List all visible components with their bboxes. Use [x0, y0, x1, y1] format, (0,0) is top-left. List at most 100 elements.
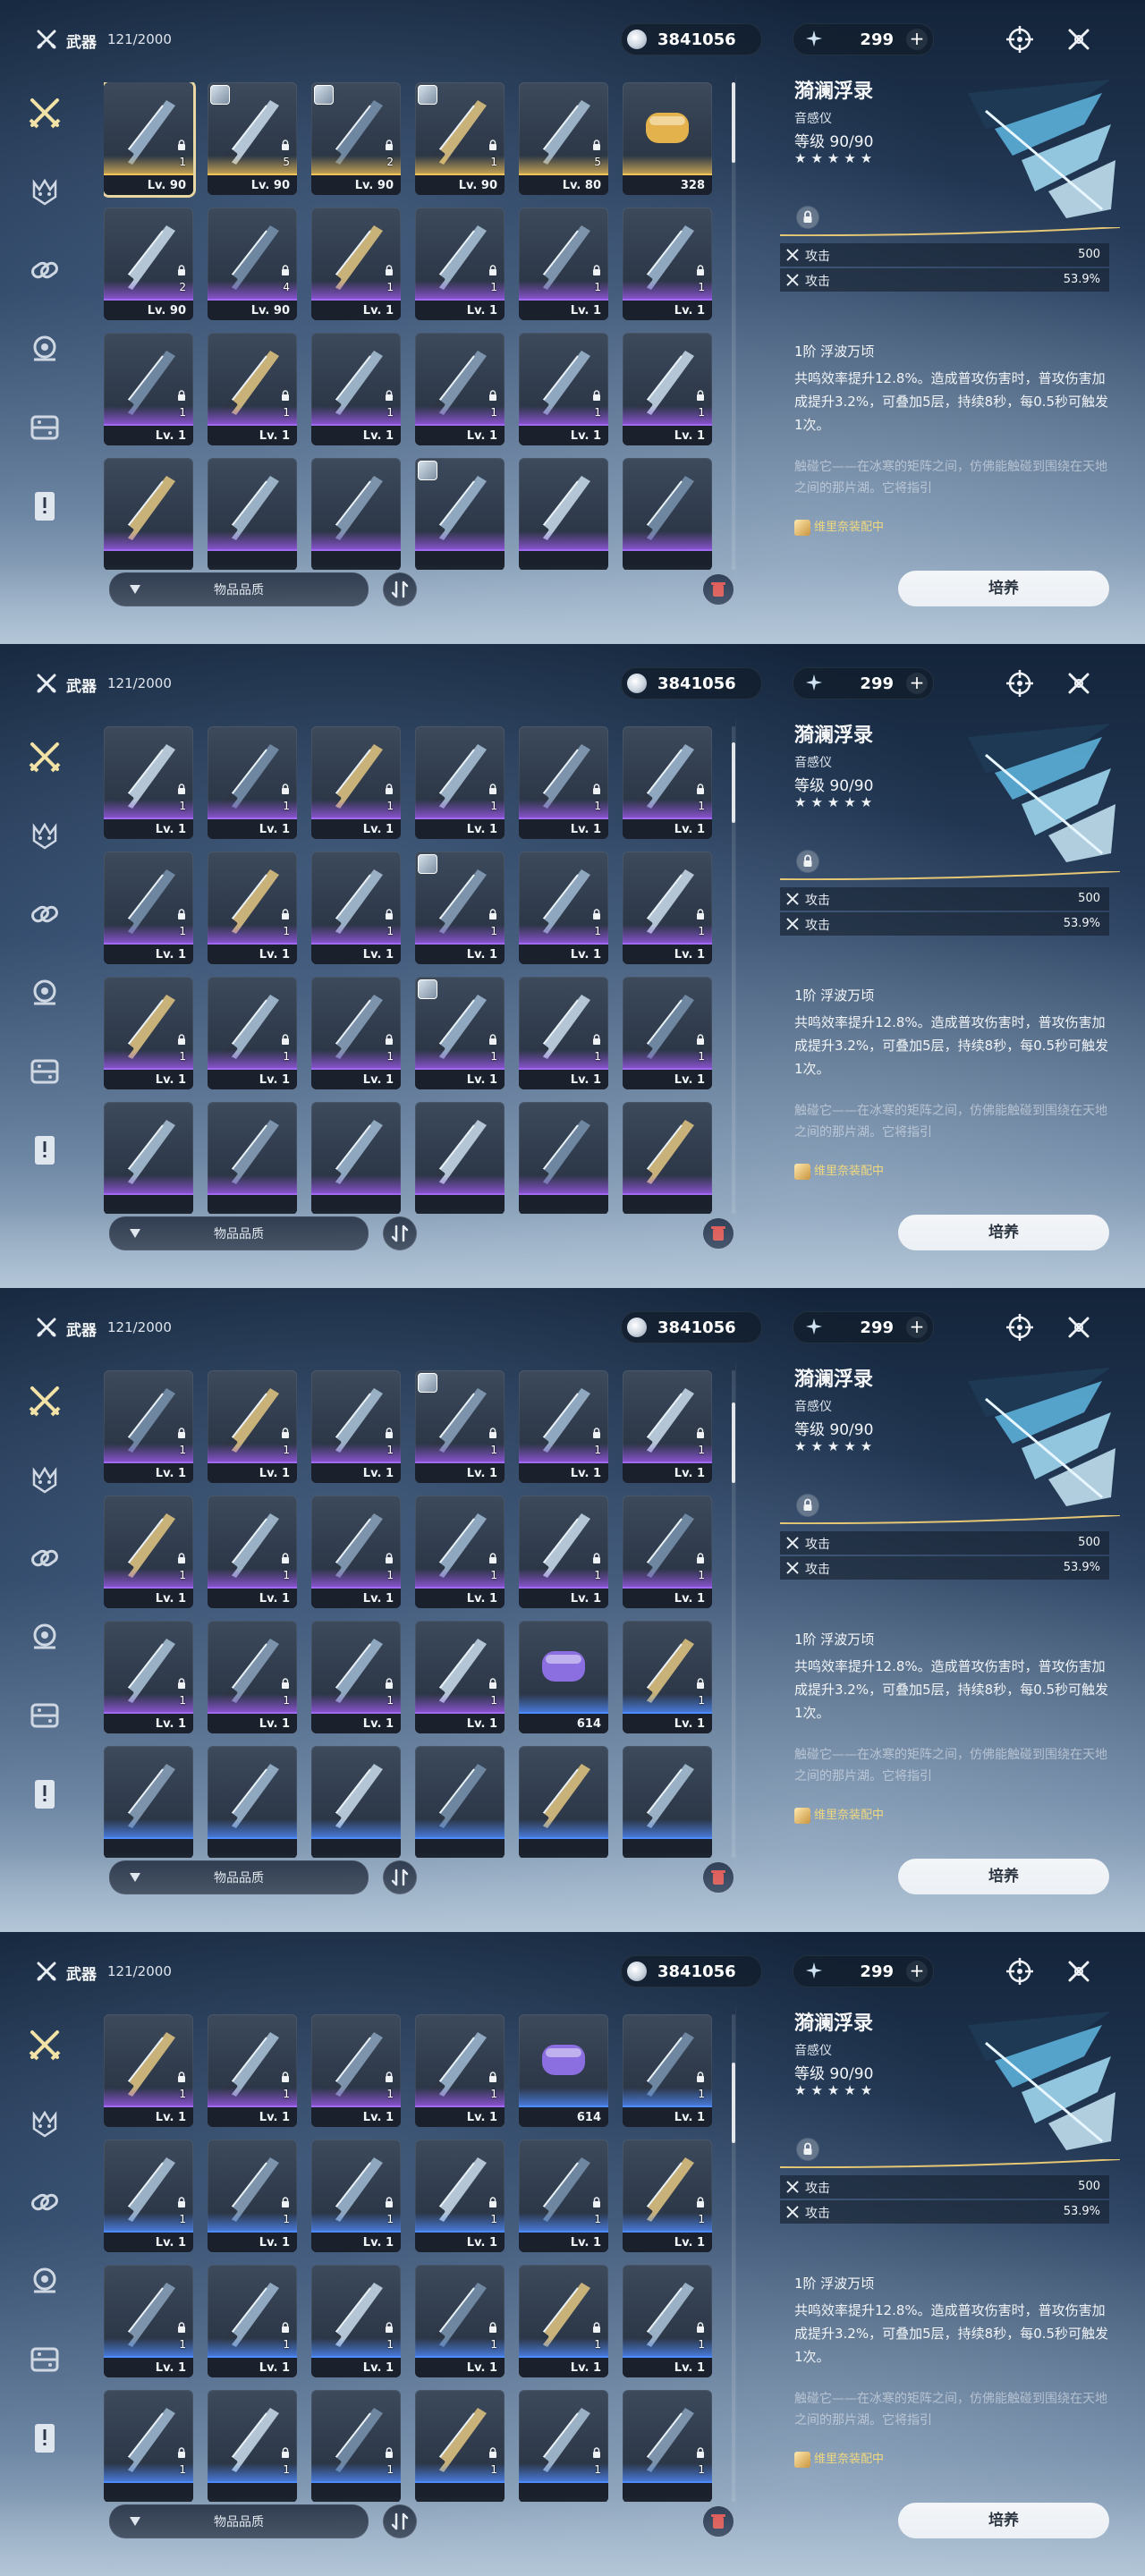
weapon-card[interactable]: 1 Lv. 1: [311, 852, 401, 964]
lock-toggle-icon[interactable]: [796, 2138, 819, 2161]
weapon-card[interactable]: 1 Lv. 1: [415, 852, 505, 964]
develop-button[interactable]: 培养: [898, 571, 1109, 606]
weapon-card[interactable]: 1: [415, 2390, 505, 2502]
sidebar-item-materials[interactable]: [25, 1538, 64, 1578]
sidebar-item-special[interactable]: [25, 1131, 64, 1170]
sidebar-item-weapons[interactable]: [25, 1381, 64, 1420]
astrite-display[interactable]: 299 +: [793, 667, 934, 699]
weapon-card[interactable]: 1 Lv. 1: [208, 852, 297, 964]
weapon-card[interactable]: [623, 458, 712, 570]
shell-credit-display[interactable]: 3841056: [621, 1311, 762, 1343]
weapon-card[interactable]: 1 Lv. 1: [311, 977, 401, 1089]
weapon-card[interactable]: 1 Lv. 1: [623, 977, 712, 1089]
weapon-card[interactable]: 1 Lv. 1: [104, 852, 193, 964]
sidebar-item-resources[interactable]: [25, 1696, 64, 1735]
sidebar-item-development[interactable]: [25, 329, 64, 369]
trash-icon[interactable]: [703, 574, 734, 605]
quality-filter-button[interactable]: 物品品质: [109, 2504, 369, 2538]
weapon-card[interactable]: 1 Lv. 1: [208, 333, 297, 445]
shell-credit-display[interactable]: 3841056: [621, 23, 762, 55]
develop-button[interactable]: 培养: [898, 1859, 1109, 1894]
weapon-card[interactable]: 1 Lv. 1: [104, 333, 193, 445]
weapon-card[interactable]: 1 Lv. 1: [104, 1370, 193, 1483]
weapon-card[interactable]: 2 Lv. 90: [104, 208, 193, 320]
sort-order-icon[interactable]: [383, 572, 417, 606]
sidebar-item-special[interactable]: [25, 487, 64, 526]
weapon-card[interactable]: [104, 1102, 193, 1214]
weapon-card[interactable]: [311, 1746, 401, 1858]
develop-button[interactable]: 培养: [898, 2503, 1109, 2538]
sidebar-item-materials[interactable]: [25, 250, 64, 290]
close-icon[interactable]: [1063, 1311, 1095, 1343]
weapon-card[interactable]: 1: [208, 2390, 297, 2502]
weapon-card[interactable]: 1 Lv. 1: [519, 333, 608, 445]
weapon-card[interactable]: 1 Lv. 90: [104, 82, 193, 195]
sort-order-icon[interactable]: [383, 1216, 417, 1250]
weapon-card[interactable]: 1 Lv. 90: [415, 82, 505, 195]
sidebar-item-resources[interactable]: [25, 408, 64, 447]
shell-credit-display[interactable]: 3841056: [621, 1955, 762, 1987]
weapon-card[interactable]: 1 Lv. 1: [415, 2265, 505, 2377]
add-astrite-button[interactable]: +: [906, 673, 928, 694]
sidebar-item-development[interactable]: [25, 973, 64, 1013]
trash-icon[interactable]: [703, 1862, 734, 1893]
weapon-card[interactable]: 1 Lv. 1: [311, 333, 401, 445]
weapon-card[interactable]: [208, 1102, 297, 1214]
weapon-card[interactable]: 614: [519, 1621, 608, 1733]
weapon-card[interactable]: [104, 458, 193, 570]
develop-button[interactable]: 培养: [898, 1215, 1109, 1250]
weapon-card[interactable]: [519, 458, 608, 570]
sidebar-item-weapons[interactable]: [25, 93, 64, 132]
weapon-card[interactable]: 1 Lv. 1: [104, 2140, 193, 2252]
weapon-card[interactable]: 1 Lv. 1: [623, 2014, 712, 2127]
weapon-card[interactable]: [519, 1102, 608, 1214]
weapon-card[interactable]: [208, 1746, 297, 1858]
weapon-card[interactable]: [415, 458, 505, 570]
weapon-card[interactable]: 4 Lv. 90: [208, 208, 297, 320]
astrite-display[interactable]: 299 +: [793, 1955, 934, 1987]
weapon-card[interactable]: [415, 1746, 505, 1858]
weapon-card[interactable]: 1 Lv. 1: [311, 726, 401, 839]
weapon-card[interactable]: 1 Lv. 1: [311, 2014, 401, 2127]
weapon-card[interactable]: 1 Lv. 1: [415, 1496, 505, 1608]
weapon-card[interactable]: 328: [623, 82, 712, 195]
weapon-card[interactable]: 1 Lv. 1: [208, 726, 297, 839]
weapon-card[interactable]: 1 Lv. 1: [415, 2014, 505, 2127]
weapon-card[interactable]: 1 Lv. 1: [623, 726, 712, 839]
weapon-card[interactable]: [104, 1746, 193, 1858]
sidebar-item-special[interactable]: [25, 1775, 64, 1814]
weapon-card[interactable]: [415, 1102, 505, 1214]
sidebar-item-development[interactable]: [25, 1617, 64, 1657]
lock-toggle-icon[interactable]: [796, 850, 819, 873]
sort-order-icon[interactable]: [383, 2504, 417, 2538]
add-astrite-button[interactable]: +: [906, 1961, 928, 1982]
weapon-card[interactable]: 1 Lv. 1: [104, 2265, 193, 2377]
weapon-card[interactable]: 1 Lv. 1: [415, 977, 505, 1089]
weapon-card[interactable]: 1 Lv. 1: [104, 1621, 193, 1733]
weapon-card[interactable]: 1 Lv. 1: [519, 726, 608, 839]
weapon-card[interactable]: 1 Lv. 1: [519, 2265, 608, 2377]
weapon-card[interactable]: 2 Lv. 90: [311, 82, 401, 195]
weapon-card[interactable]: 1 Lv. 1: [208, 1370, 297, 1483]
weapon-card[interactable]: 5 Lv. 90: [208, 82, 297, 195]
weapon-card[interactable]: 1 Lv. 1: [623, 1496, 712, 1608]
weapon-card[interactable]: 1 Lv. 1: [623, 2140, 712, 2252]
weapon-card[interactable]: 1: [623, 2390, 712, 2502]
weapon-card[interactable]: 614: [519, 2014, 608, 2127]
weapon-card[interactable]: 1 Lv. 1: [208, 1621, 297, 1733]
weapon-card[interactable]: 1 Lv. 1: [519, 1370, 608, 1483]
trash-icon[interactable]: [703, 2506, 734, 2537]
weapon-card[interactable]: [208, 458, 297, 570]
weapon-card[interactable]: [623, 1746, 712, 1858]
sidebar-item-weapons[interactable]: [25, 737, 64, 776]
weapon-card[interactable]: 1 Lv. 1: [104, 1496, 193, 1608]
weapon-card[interactable]: [623, 1102, 712, 1214]
sidebar-item-materials[interactable]: [25, 2182, 64, 2222]
weapon-card[interactable]: 1 Lv. 1: [519, 2140, 608, 2252]
sidebar-item-echoes[interactable]: [25, 2104, 64, 2143]
sort-order-icon[interactable]: [383, 1860, 417, 1894]
weapon-card[interactable]: 1 Lv. 1: [311, 208, 401, 320]
sidebar-item-materials[interactable]: [25, 894, 64, 934]
weapon-card[interactable]: 1: [311, 2390, 401, 2502]
target-icon[interactable]: [1004, 1955, 1036, 1987]
